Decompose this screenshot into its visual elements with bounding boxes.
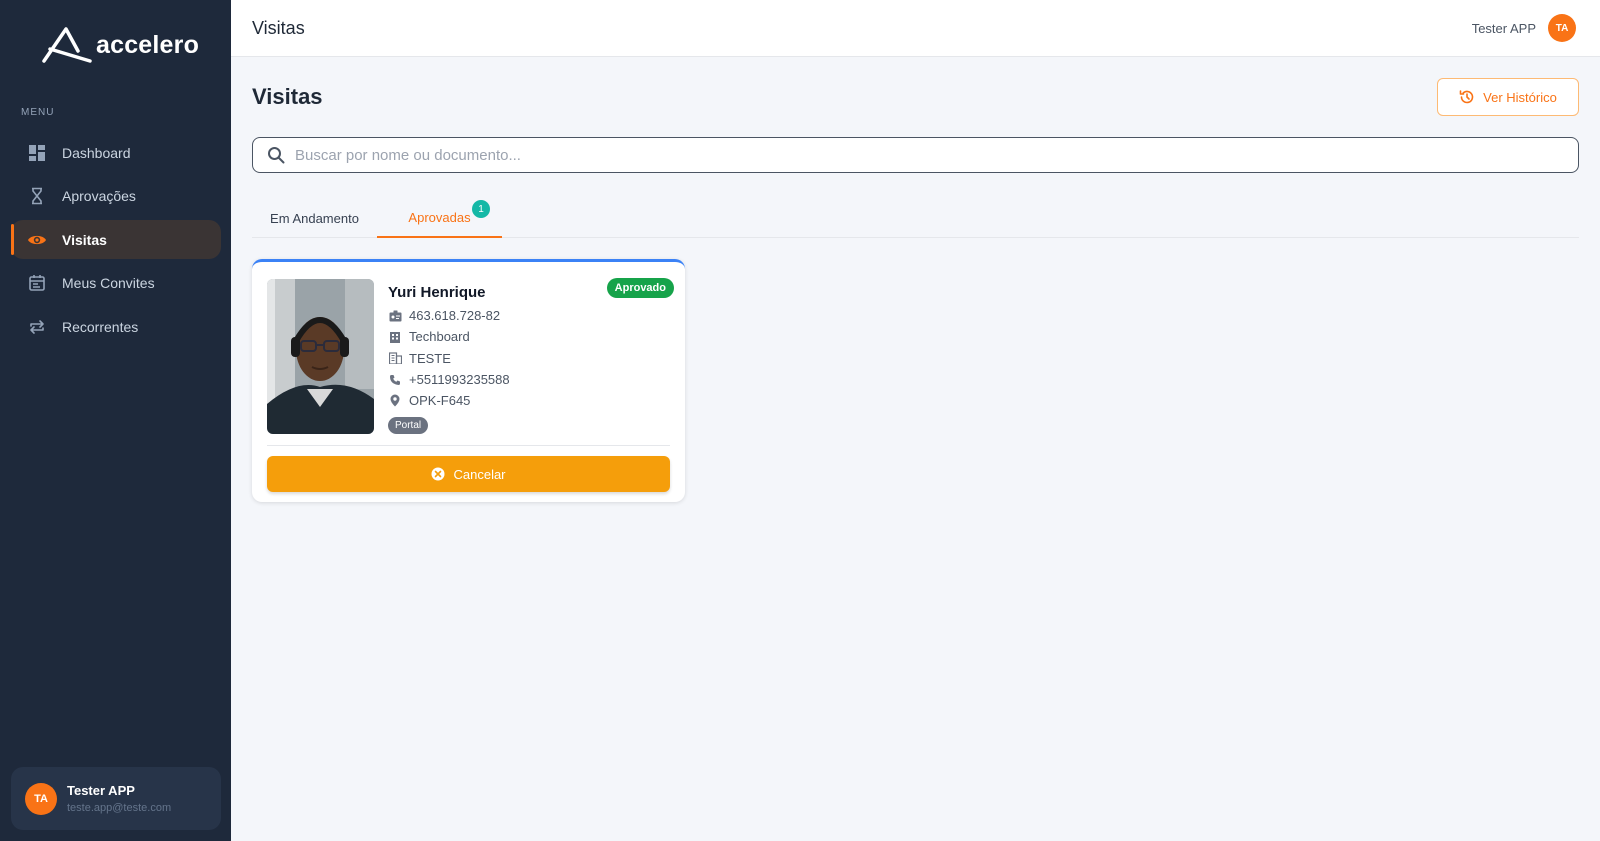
page-title: Visitas xyxy=(252,84,323,109)
phone-icon xyxy=(388,374,402,386)
card-divider xyxy=(267,445,670,446)
dashboard-icon xyxy=(27,143,47,163)
eye-icon xyxy=(27,230,47,250)
sidebar-item-aprovacoes[interactable]: Aprovações xyxy=(11,177,221,216)
menu-section-label: MENU xyxy=(21,107,55,118)
user-email: teste.app@teste.com xyxy=(67,802,172,814)
sidebar-item-meus-convites[interactable]: Meus Convites xyxy=(11,264,221,303)
visitor-company: Techboard xyxy=(388,326,510,347)
sidebar-item-label: Visitas xyxy=(62,231,107,248)
sidebar-item-label: Aprovações xyxy=(62,188,136,204)
tab-em-andamento[interactable]: Em Andamento xyxy=(252,198,377,238)
topbar-user-menu[interactable]: Tester APP TA xyxy=(1472,14,1576,42)
detail-text: TESTE xyxy=(409,350,451,366)
brand-logo[interactable]: accelero xyxy=(42,26,199,64)
avatar: TA xyxy=(1548,14,1576,42)
hourglass-icon xyxy=(27,186,47,206)
search-icon xyxy=(267,146,285,164)
detail-text: Techboard xyxy=(409,329,470,345)
search-input[interactable] xyxy=(295,146,1495,164)
calendar-icon xyxy=(27,273,47,293)
repeat-icon xyxy=(27,317,47,337)
topbar-title: Visitas xyxy=(252,18,305,38)
visitor-photo xyxy=(267,279,374,434)
cancel-label: Cancelar xyxy=(453,466,506,482)
detail-text: +5511993235588 xyxy=(409,372,510,388)
detail-text: OPK-F645 xyxy=(409,393,471,409)
tab-label: Aprovadas xyxy=(408,209,471,225)
sidebar-item-label: Dashboard xyxy=(62,144,131,161)
origin-tag: Portal xyxy=(388,417,429,434)
tabs: Em Andamento Aprovadas 1 xyxy=(252,198,1579,238)
history-icon xyxy=(1459,89,1475,105)
visitor-details: 463.618.728-82 Techboard TESTE +55119932… xyxy=(388,305,510,411)
cancel-visit-button[interactable]: Cancelar xyxy=(267,456,670,492)
visitor-destination: TESTE xyxy=(388,348,510,369)
accelero-logo-icon xyxy=(42,27,92,63)
view-history-label: Ver Histórico xyxy=(1483,89,1557,105)
sidebar-item-dashboard[interactable]: Dashboard xyxy=(11,133,221,172)
detail-text: 463.618.728-82 xyxy=(409,308,501,324)
location-pin-icon xyxy=(388,394,402,407)
brand-name: accelero xyxy=(96,30,200,59)
view-history-button[interactable]: Ver Histórico xyxy=(1437,78,1579,116)
sidebar-nav: Dashboard Aprovações Visitas Meus Convit… xyxy=(11,133,221,351)
sidebar-item-label: Recorrentes xyxy=(62,318,139,335)
sidebar: accelero MENU Dashboard Aprovações Visit… xyxy=(0,0,231,841)
avatar: TA xyxy=(25,782,57,815)
building-icon xyxy=(388,331,402,343)
topbar: Visitas Tester APP TA xyxy=(231,0,1600,57)
tab-label: Em Andamento xyxy=(270,210,359,226)
visitor-name: Yuri Henrique xyxy=(388,284,486,301)
close-circle-icon xyxy=(431,467,445,481)
visit-card: Aprovado Yuri Henrique 463.618.728-82 Te… xyxy=(252,259,685,502)
visitor-location: OPK-F645 xyxy=(388,390,510,411)
topbar-user-name: Tester APP xyxy=(1471,20,1536,36)
sidebar-item-label: Meus Convites xyxy=(62,275,155,291)
visitor-document: 463.618.728-82 xyxy=(388,305,510,326)
visitor-phone: +5511993235588 xyxy=(388,369,510,390)
office-icon xyxy=(388,352,402,365)
status-badge: Aprovado xyxy=(606,278,674,298)
sidebar-item-visitas[interactable]: Visitas xyxy=(11,220,221,259)
user-name: Tester APP xyxy=(67,783,135,798)
search-bar xyxy=(252,137,1579,173)
id-card-icon xyxy=(388,310,402,322)
count-badge: 1 xyxy=(472,200,490,218)
user-info: Tester APP teste.app@teste.com xyxy=(67,783,171,814)
sidebar-item-recorrentes[interactable]: Recorrentes xyxy=(11,307,221,346)
sidebar-user-card[interactable]: TA Tester APP teste.app@teste.com xyxy=(11,767,221,830)
